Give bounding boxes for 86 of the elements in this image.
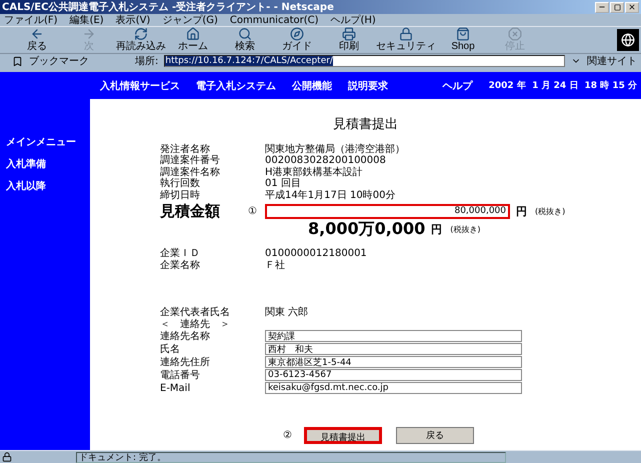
toolbar-button[interactable]: 再読み込み — [116, 27, 166, 53]
field-value: Ｆ社 — [265, 258, 285, 272]
step-marker: ① — [248, 206, 258, 216]
home-icon — [186, 27, 200, 41]
forward-icon — [82, 27, 96, 41]
bookmarks-button[interactable]: ブックマーク — [29, 54, 89, 68]
toolbar-button[interactable]: 印刷 — [324, 27, 374, 53]
lock-icon — [2, 452, 12, 462]
close-icon — [628, 3, 636, 11]
field-label: 企業代表者氏名 — [160, 306, 231, 318]
window-title: CALS/EC公共調達電子入札システム -受注者クライアント- - Netscape — [2, 0, 335, 14]
toolbar-button[interactable]: 検索 — [220, 27, 270, 53]
nav-link[interactable]: 公開機能 — [292, 78, 332, 92]
sidebar-link[interactable]: 入札以降 — [6, 179, 90, 193]
page-title: 見積書提出 — [332, 116, 399, 133]
field-label: 締切日時 — [160, 188, 201, 202]
bookmark-icon — [12, 56, 23, 66]
back-icon — [30, 27, 44, 41]
field-label: 氏名 — [160, 342, 181, 356]
currency-unit: 円 — [516, 204, 527, 218]
toolbar-button[interactable]: Shop — [438, 27, 488, 53]
input-field[interactable]: keisaku@fgsd.mt.nec.co.jp — [265, 382, 522, 394]
amount-field[interactable]: 80,000,000 — [265, 204, 510, 218]
related-sites-button[interactable]: 関連サイト — [587, 54, 637, 68]
field-value: H港東部鉄構基本設計 — [265, 166, 363, 178]
maximize-icon — [614, 4, 620, 10]
menu-item[interactable]: ヘルプ(H) — [330, 13, 376, 27]
input-field[interactable]: 西村 和夫 — [265, 343, 522, 355]
toolbar-button[interactable]: セキュリティ — [376, 27, 436, 53]
nav-link[interactable]: 入札情報サービス — [100, 78, 180, 92]
lock-icon — [399, 27, 413, 41]
field-label: 企業ＩＤ — [160, 246, 201, 260]
menu-item[interactable]: 表示(V) — [116, 13, 150, 27]
maximize-button[interactable] — [610, 2, 624, 12]
amount-formatted: 8,000万0,000 — [308, 219, 426, 240]
bag-icon — [456, 27, 470, 41]
nav-link[interactable]: 電子入札システム — [196, 78, 276, 92]
input-field[interactable]: 東京都港区芝1-5-44 — [265, 356, 522, 368]
field-value: 0020083028200100008 — [265, 154, 386, 166]
tax-note: (税抜き) — [535, 206, 566, 216]
minimize-button[interactable] — [595, 2, 609, 12]
compass-icon — [290, 27, 304, 41]
printer-icon — [342, 27, 356, 41]
field-label: 連絡先名称 — [160, 330, 211, 343]
status-text: ドキュメント: 完了。 — [76, 452, 506, 462]
menu-item[interactable]: ジャンプ(G) — [162, 13, 218, 27]
toolbar-button[interactable]: 戻る — [12, 27, 62, 53]
field-value: 01 回目 — [265, 177, 301, 190]
field-label: E-Mail — [160, 382, 192, 394]
field-label: 執行回数 — [160, 176, 201, 190]
globe-icon — [621, 33, 635, 47]
menu-item[interactable]: Communicator(C) — [230, 14, 319, 26]
field-label: 電話番号 — [160, 368, 201, 382]
input-field[interactable]: 契約課 — [265, 330, 522, 342]
tax-note: (税抜き) — [450, 224, 480, 235]
url-field[interactable]: https://10.16.7.124:7/CALS/Accepter/ — [164, 55, 565, 67]
sidebar-link[interactable]: 入札準備 — [6, 157, 90, 171]
sidebar-link[interactable]: メインメニュー — [6, 135, 90, 149]
toolbar-button[interactable]: ホーム — [168, 27, 218, 53]
section-heading: ＜ 連絡先 ＞ — [160, 318, 231, 330]
currency-unit: 円 — [431, 222, 442, 237]
field-label: 発注者名称 — [160, 142, 210, 155]
field-value: 関東地方整備局（港湾空港部） — [265, 142, 405, 156]
step-marker: ② — [283, 430, 293, 440]
reload-icon — [134, 27, 148, 41]
input-field[interactable]: 03-6123-4567 — [265, 369, 522, 381]
amount-label: 見積金額 — [160, 202, 221, 220]
field-label: 企業名称 — [160, 258, 201, 272]
help-link[interactable]: ヘルプ — [442, 78, 473, 92]
field-value: 関東 六郎 — [265, 306, 308, 320]
field-label: 連絡先住所 — [160, 356, 211, 369]
field-value: 平成14年1月17日 10時00分 — [265, 188, 396, 202]
toolbar-button[interactable]: ガイド — [272, 27, 322, 53]
date-time: 2002 年 1 月 24 日 18 時 15 分 — [488, 79, 637, 92]
nav-link[interactable]: 説明要求 — [348, 78, 388, 92]
field-label: 調達案件番号 — [160, 154, 221, 166]
field-value: 0100000012180001 — [265, 248, 367, 259]
close-button[interactable] — [625, 2, 639, 12]
menu-item[interactable]: ファイル(F) — [4, 13, 58, 27]
form-button[interactable]: 戻る — [396, 426, 474, 444]
stop-icon — [508, 27, 522, 41]
form-button[interactable]: 見積書提出 — [304, 426, 382, 444]
location-label: 場所: — [135, 54, 158, 68]
search-icon — [238, 27, 252, 41]
field-label: 調達案件名称 — [160, 166, 221, 178]
menu-item[interactable]: 編集(E) — [70, 13, 104, 27]
